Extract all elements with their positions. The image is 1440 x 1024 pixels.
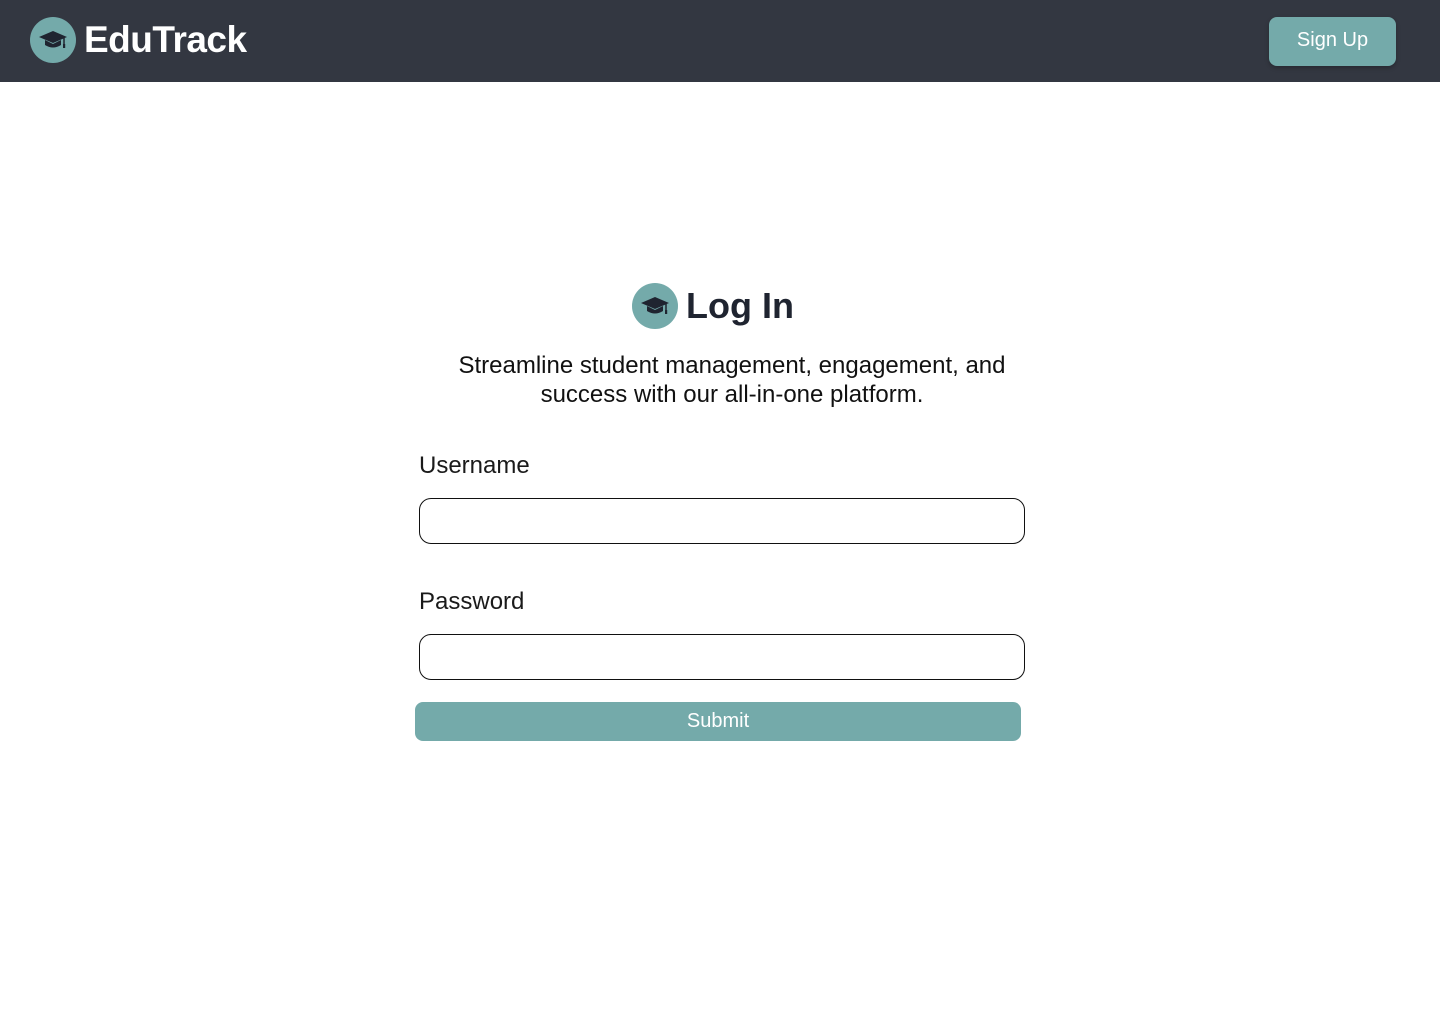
tagline: Streamline student management, engagemen… bbox=[458, 352, 1006, 408]
username-input[interactable] bbox=[419, 498, 1025, 544]
password-input[interactable] bbox=[419, 634, 1025, 680]
graduation-cap-icon bbox=[632, 283, 678, 329]
brand-name: EduTrack bbox=[84, 19, 247, 60]
username-label: Username bbox=[419, 452, 530, 479]
graduation-cap-icon bbox=[30, 17, 76, 63]
top-header: EduTrack Sign Up bbox=[0, 0, 1440, 82]
page-title: Log In bbox=[686, 285, 794, 326]
brand-logo[interactable]: EduTrack bbox=[30, 17, 247, 63]
login-heading: Log In bbox=[632, 283, 794, 329]
submit-button[interactable]: Submit bbox=[415, 702, 1021, 741]
sign-up-button[interactable]: Sign Up bbox=[1269, 17, 1396, 66]
password-label: Password bbox=[419, 588, 525, 615]
